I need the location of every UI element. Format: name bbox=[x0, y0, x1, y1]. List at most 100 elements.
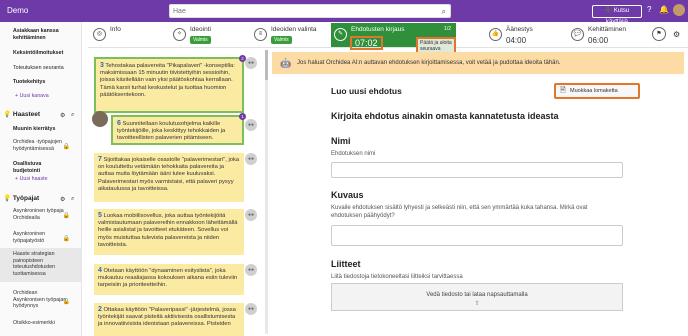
attachments-section-title: Liitteet bbox=[331, 259, 361, 269]
invite-users-button[interactable]: ➕ Kutsu käyttäjiä bbox=[592, 5, 642, 25]
lock-icon: 🔒 bbox=[62, 236, 70, 242]
brand-logo[interactable]: Demo bbox=[7, 6, 28, 15]
search-box[interactable]: ⌕ bbox=[169, 4, 451, 18]
proposal-form: Luo uusi ehdotus 🗎 Muokkaa lomaketta Kirj… bbox=[272, 76, 684, 336]
idea-number: 4 bbox=[98, 267, 102, 274]
scroll-thumb[interactable] bbox=[265, 50, 268, 80]
lock-icon: 🔒 bbox=[62, 213, 70, 219]
search-input[interactable] bbox=[170, 5, 420, 17]
top-bar: Demo ⌕ ➕ Kutsu käyttäjiä ? 🔔 bbox=[0, 0, 688, 25]
phase-bar: ◎ Info ✧ Ideointi Valmis ≡ Ideoiden valinta… bbox=[88, 22, 688, 55]
sidebar-item-asiakas[interactable]: Asiakkaan kanssa kehittäminen bbox=[13, 28, 69, 41]
idea-card[interactable]: 6 Suunnitellaan koulutusohjelma kaikille… bbox=[111, 113, 246, 145]
ai-drop-banner[interactable]: 🤖 Jos haluat Orchidea AI:n auttavan ehdo… bbox=[272, 52, 684, 74]
idea-number: 2 bbox=[98, 306, 102, 313]
sidebar-item-workshop-5[interactable]: Otsikko-esimerkki bbox=[13, 320, 67, 327]
vote-button[interactable]: ●● bbox=[245, 119, 257, 131]
description-label: Kuvaile ehdotuksen sisältö lyhyesti ja s… bbox=[331, 205, 588, 219]
sidebar-item-toteutus[interactable]: Toteutuksen seuranta bbox=[13, 65, 69, 72]
workshops-header: 💡 Työpajat bbox=[3, 195, 40, 202]
status-badge: Valmis bbox=[271, 36, 292, 44]
idea-text: Ottakaa käyttöön "Palaveripassi" -järjes… bbox=[98, 307, 236, 328]
vote-button[interactable]: ●● bbox=[245, 153, 257, 165]
phase-aanestys[interactable]: 👍 Äänestys 04:00 bbox=[486, 23, 566, 47]
target-icon: ◎ bbox=[93, 28, 106, 41]
description-input[interactable] bbox=[331, 225, 623, 246]
ideas-scrollbar[interactable] bbox=[265, 50, 268, 334]
bell-icon[interactable]: 🔔 bbox=[659, 5, 669, 14]
search-icon[interactable]: ⌕ bbox=[71, 112, 74, 119]
form-title: Luo uusi ehdotus bbox=[331, 86, 402, 96]
lock-icon: 🔒 bbox=[62, 299, 70, 305]
help-icon[interactable]: ? bbox=[647, 5, 651, 14]
idea-card[interactable]: 4 Otetaan käyttöön "dynaaminen esityslis… bbox=[94, 264, 244, 295]
status-badge: Valmis bbox=[190, 36, 211, 44]
idea-text: Otetaan käyttöön "dynaaminen esityslista… bbox=[98, 268, 238, 289]
sidebar-item-muunin[interactable]: Muunin kierrätys bbox=[13, 126, 69, 133]
sidebar-item-keksinto[interactable]: Keksintöilmoitukset bbox=[13, 50, 69, 57]
avatar[interactable] bbox=[673, 4, 685, 16]
description-section-title: Kuvaus bbox=[331, 190, 364, 200]
finish-flag-icon[interactable]: ⚑ bbox=[652, 27, 666, 41]
sidebar-item-workshop-3[interactable]: Haaste strategian painopisteen toteutush… bbox=[13, 251, 67, 277]
sidebar-item-orchidea[interactable]: Orchidea -työpajojen hyödyntämisessä bbox=[13, 139, 67, 152]
phase-timer: 07:02 bbox=[350, 36, 383, 50]
phase-kehittaminen[interactable]: 💬 Kehittäminen 06:00 bbox=[568, 23, 648, 47]
sidebar-item-tuotekehitys[interactable]: Tuotekehitys bbox=[13, 79, 69, 86]
banner-text: Jos haluat Orchidea AI:n auttavan ehdotu… bbox=[297, 60, 561, 66]
document-icon: 🗎 bbox=[560, 87, 566, 94]
idea-text: Sijoittakaa jokaiselle osastolle "palave… bbox=[98, 157, 240, 192]
drop-label: Vedä tiedosto tai lataa napsauttamalla bbox=[426, 292, 528, 298]
search-icon[interactable]: ⌕ bbox=[442, 7, 446, 17]
idea-text: Suunnitellaan koulutusohjelma kaikille t… bbox=[117, 121, 226, 142]
edit-form-button[interactable]: 🗎 Muokkaa lomaketta bbox=[554, 83, 640, 99]
phase-time: 06:00 bbox=[588, 36, 609, 45]
sidebar: Asiakkaan kanssa kehittäminen Keksintöil… bbox=[0, 22, 82, 336]
add-board-link[interactable]: + Uusi kanava bbox=[15, 93, 49, 99]
lock-icon: 🔒 bbox=[62, 144, 70, 150]
phase-ehdotusten-kirjaus[interactable]: ✎ Ehdotusten kirjaus 1/2 07:02 Päätä ja a… bbox=[331, 23, 456, 55]
vote-button[interactable]: ●● bbox=[245, 264, 257, 276]
sidebar-item-workshop-2[interactable]: Asynkroninen työpajatyöstö bbox=[13, 231, 67, 244]
idea-text: Luokaa mobiilisovellus, joka auttaa työn… bbox=[98, 213, 238, 248]
idea-text: Tehostakaa palavereita "Pikapalaveri" -k… bbox=[100, 63, 235, 98]
idea-card[interactable]: 2 Ottakaa käyttöön "Palaveripassi" -järj… bbox=[94, 303, 244, 336]
phase-time: 04:00 bbox=[506, 36, 527, 45]
idea-card[interactable]: 7 Sijoittakaa jokaiselle osastolle "pala… bbox=[94, 153, 244, 202]
idea-card[interactable]: 3 Tehostakaa palavereita "Pikapalaveri" … bbox=[94, 55, 246, 113]
phase-info[interactable]: ◎ Info bbox=[90, 23, 166, 47]
bulb-icon: 💡 bbox=[3, 111, 12, 118]
chat-icon: 💬 bbox=[571, 28, 584, 41]
thumbs-up-icon: 👍 bbox=[489, 28, 502, 41]
sidebar-item-workshop-1[interactable]: Asynkroninen työpaja Orchideaila bbox=[13, 208, 67, 221]
proposal-count: 1/2 bbox=[444, 26, 451, 32]
idea-number: 5 bbox=[98, 212, 102, 219]
search-icon[interactable]: ⌕ bbox=[71, 196, 74, 203]
sidebar-item-budjetointi[interactable]: Osallistuva budjetointi bbox=[13, 161, 69, 174]
avatar bbox=[92, 111, 108, 127]
name-label: Ehdotuksen nimi bbox=[331, 151, 376, 157]
phase-ideoiden-valinta[interactable]: ≡ Ideoiden valinta Valmis bbox=[251, 23, 329, 47]
phase-ideointi[interactable]: ✧ Ideointi Valmis bbox=[170, 23, 248, 47]
idea-number: 3 bbox=[100, 62, 104, 69]
vote-button[interactable]: ●● bbox=[245, 57, 257, 69]
bulb-icon: ✧ bbox=[173, 28, 186, 41]
vote-badge: 1 bbox=[239, 113, 246, 120]
filter-icon: ≡ bbox=[254, 28, 267, 41]
name-section-title: Nimi bbox=[331, 136, 351, 146]
gear-icon[interactable]: ⚙ bbox=[673, 30, 680, 39]
attachments-label: Liitä tiedostoja tietokoneeltasi liittei… bbox=[331, 274, 463, 280]
add-challenge-link[interactable]: + Uusi haaste bbox=[15, 176, 48, 182]
ideas-list: 3 Tehostakaa palavereita "Pikapalaveri" … bbox=[88, 49, 265, 336]
vote-button[interactable]: ●● bbox=[245, 209, 257, 221]
gear-icon[interactable]: ⚙ bbox=[60, 196, 65, 203]
add-user-icon: ➕ bbox=[604, 8, 613, 14]
gear-icon[interactable]: ⚙ bbox=[60, 112, 65, 119]
vote-button[interactable]: ●● bbox=[245, 303, 257, 315]
file-drop-zone[interactable]: Vedä tiedosto tai lataa napsauttamalla ⇧ bbox=[331, 283, 623, 311]
name-input[interactable] bbox=[331, 162, 623, 178]
sidebar-item-workshop-4[interactable]: Orchidean Asynkronisen työpajan hyödynny… bbox=[13, 290, 67, 310]
idea-card[interactable]: 5 Luokaa mobiilisovellus, joka auttaa ty… bbox=[94, 209, 244, 255]
bulb-icon: 💡 bbox=[3, 195, 12, 202]
form-subtitle: Kirjoita ehdotus ainakin omasta kannatet… bbox=[331, 111, 559, 121]
